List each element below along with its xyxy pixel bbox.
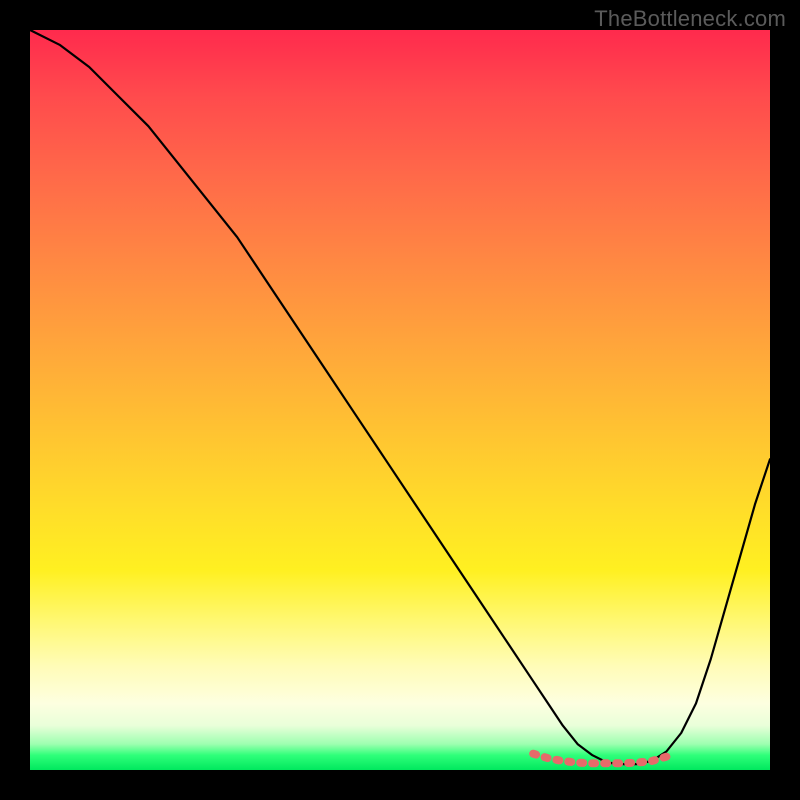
watermark-text: TheBottleneck.com — [594, 6, 786, 32]
chart-frame: TheBottleneck.com — [0, 0, 800, 800]
bottleneck-curve — [30, 30, 770, 764]
curve-svg — [30, 30, 770, 770]
plot-area — [30, 30, 770, 770]
